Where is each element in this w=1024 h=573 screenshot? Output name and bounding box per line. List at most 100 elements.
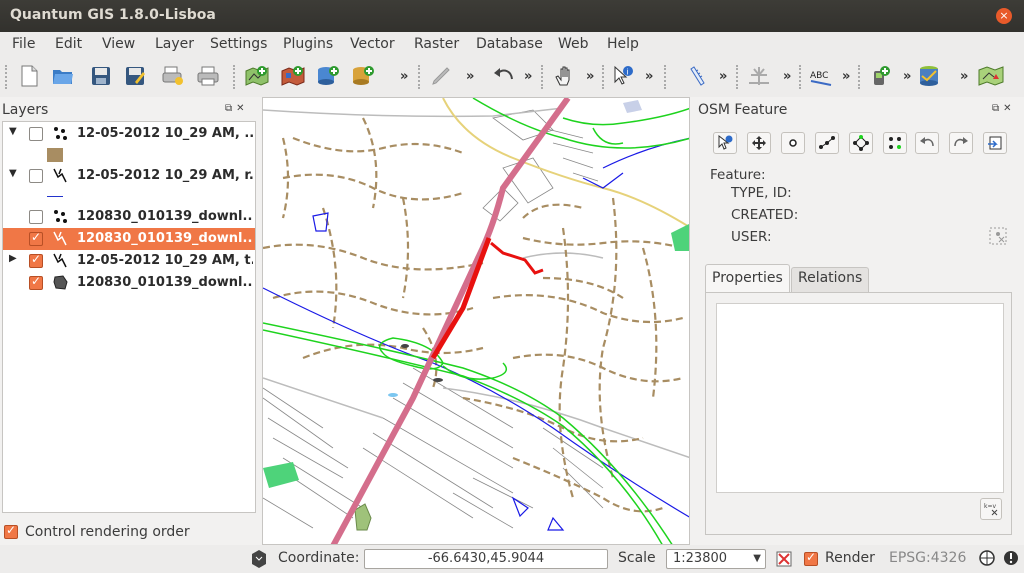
toolbar-handle[interactable] (799, 65, 803, 89)
toolbar-handle[interactable] (541, 65, 545, 89)
map-drawing[interactable] (263, 98, 690, 545)
messages-icon[interactable] (1002, 549, 1020, 571)
projection-globe-icon[interactable] (978, 549, 996, 571)
menu-help[interactable]: Help (607, 36, 639, 52)
tab-relations[interactable]: Relations (791, 267, 870, 292)
database-icon[interactable] (916, 63, 942, 89)
delete-tag-icon[interactable]: k=v (980, 498, 1002, 520)
layer-visibility-checkbox[interactable] (29, 252, 43, 268)
layers-panel: Layers ⧉✕ ▼ 12-05-2012 10_29 AM, ... ▼ 1… (0, 97, 258, 545)
label-icon[interactable]: ABC (808, 63, 834, 89)
add-raster-layer-icon[interactable] (280, 63, 306, 89)
control-rendering-order-row[interactable]: Control rendering order (2, 521, 256, 543)
menu-vector[interactable]: Vector (350, 36, 395, 52)
toolbar-overflow-icon[interactable]: » (960, 69, 968, 84)
water-area (388, 393, 398, 397)
layer-row[interactable]: ▼ 12-05-2012 10_29 AM, ... (3, 123, 255, 145)
stop-render-icon[interactable] (775, 549, 793, 573)
control-rendering-order-checkbox[interactable] (4, 523, 18, 539)
layer-visibility-checkbox[interactable] (29, 127, 43, 141)
render-checkbox[interactable] (804, 550, 818, 566)
menu-edit[interactable]: Edit (55, 36, 82, 52)
save-project-icon[interactable] (88, 63, 114, 89)
toolbar-handle[interactable] (602, 65, 606, 89)
menu-view[interactable]: View (102, 36, 135, 52)
expand-arrow-icon[interactable]: ▶ (9, 253, 17, 264)
scale-combobox[interactable]: 1:23800 ▼ (666, 549, 766, 569)
pencil-edit-icon[interactable] (428, 63, 454, 89)
coordinate-field[interactable]: -66.6430,45.9044 (364, 549, 608, 569)
user-details-icon[interactable] (986, 225, 1010, 247)
add-vector-layer-icon[interactable] (244, 63, 270, 89)
layer-visibility-checkbox[interactable] (29, 274, 43, 290)
menu-settings[interactable]: Settings (210, 36, 267, 52)
create-point-icon[interactable] (781, 132, 805, 154)
layer-visibility-checkbox[interactable] (29, 230, 43, 246)
add-spatialite-layer-icon[interactable] (350, 63, 376, 89)
menu-layer[interactable]: Layer (155, 36, 194, 52)
chevron-down-icon[interactable]: ▼ (753, 550, 761, 568)
snapping-icon[interactable] (746, 63, 772, 89)
toolbar-handle[interactable] (664, 65, 668, 89)
select-nodes-icon[interactable] (883, 132, 907, 154)
toolbar-handle[interactable] (858, 65, 862, 89)
statusbar: Coordinate: -66.6430,45.9044 Scale 1:238… (0, 545, 1024, 573)
epsg-label[interactable]: EPSG:4326 (889, 550, 966, 566)
layer-visibility-checkbox[interactable] (29, 169, 43, 183)
toolbar-overflow-icon[interactable]: » (903, 69, 911, 84)
map-marker (433, 378, 443, 382)
toolbar-handle[interactable] (418, 65, 422, 89)
menu-database[interactable]: Database (476, 36, 543, 52)
toolbar-overflow-icon[interactable]: » (842, 69, 850, 84)
layer-row[interactable]: 120830_010139_downl... (3, 272, 255, 294)
layer-row-selected[interactable]: 120830_010139_downl... (3, 228, 255, 250)
identify-feature-icon[interactable] (713, 132, 737, 154)
close-icon[interactable]: × (996, 8, 1012, 24)
new-project-icon[interactable] (16, 63, 42, 89)
identify-icon[interactable]: i (610, 63, 636, 89)
import-data-icon[interactable] (983, 132, 1007, 154)
panel-float-close-icons[interactable]: ⧉✕ (225, 103, 249, 114)
properties-table[interactable] (716, 303, 1004, 493)
open-project-icon[interactable] (50, 63, 76, 89)
layer-visibility-checkbox[interactable] (29, 210, 43, 224)
layer-row[interactable]: ▼ 12-05-2012 10_29 AM, r... (3, 165, 255, 187)
georeferencer-icon[interactable] (978, 63, 1004, 89)
toolbar-overflow-icon[interactable]: » (783, 69, 791, 84)
tab-properties[interactable]: Properties (705, 264, 790, 292)
create-line-icon[interactable] (815, 132, 839, 154)
expand-arrow-icon[interactable]: ▼ (9, 126, 17, 137)
map-canvas[interactable] (262, 97, 690, 545)
menu-plugins[interactable]: Plugins (283, 36, 333, 52)
expand-arrow-icon[interactable]: ▼ (9, 168, 17, 179)
layer-row[interactable]: ▶ 12-05-2012 10_29 AM, t... (3, 250, 255, 272)
redo-icon[interactable] (949, 132, 973, 154)
new-print-composer-icon[interactable] (160, 63, 186, 89)
toolbar-overflow-icon[interactable]: » (645, 69, 653, 84)
print-icon[interactable] (195, 63, 221, 89)
panel-float-close-icons[interactable]: ⧉✕ (992, 103, 1016, 114)
gps-icon[interactable] (868, 63, 894, 89)
toolbar-overflow-icon[interactable]: » (524, 69, 532, 84)
toolbar-handle[interactable] (5, 65, 9, 89)
undo-icon[interactable] (915, 132, 939, 154)
layers-list[interactable]: ▼ 12-05-2012 10_29 AM, ... ▼ 12-05-2012 … (2, 121, 256, 513)
toolbar-handle[interactable] (233, 65, 237, 89)
save-as-icon[interactable] (122, 63, 148, 89)
move-feature-icon[interactable] (747, 132, 771, 154)
add-postgis-layer-icon[interactable] (315, 63, 341, 89)
toolbar-overflow-icon[interactable]: » (400, 69, 408, 84)
menu-raster[interactable]: Raster (414, 36, 459, 52)
toolbar-overflow-icon[interactable]: » (586, 69, 594, 84)
toolbar-overflow-icon[interactable]: » (719, 69, 727, 84)
measure-icon[interactable] (686, 63, 712, 89)
layer-row[interactable]: 120830_010139_downl... (3, 206, 255, 228)
undo-icon[interactable] (490, 63, 516, 89)
menu-file[interactable]: File (12, 36, 35, 52)
toolbar-handle[interactable] (736, 65, 740, 89)
map-tips-icon[interactable] (250, 549, 268, 573)
toolbar-overflow-icon[interactable]: » (466, 69, 474, 84)
menu-web[interactable]: Web (558, 36, 589, 52)
pan-hand-icon[interactable] (551, 63, 577, 89)
create-polygon-icon[interactable] (849, 132, 873, 154)
